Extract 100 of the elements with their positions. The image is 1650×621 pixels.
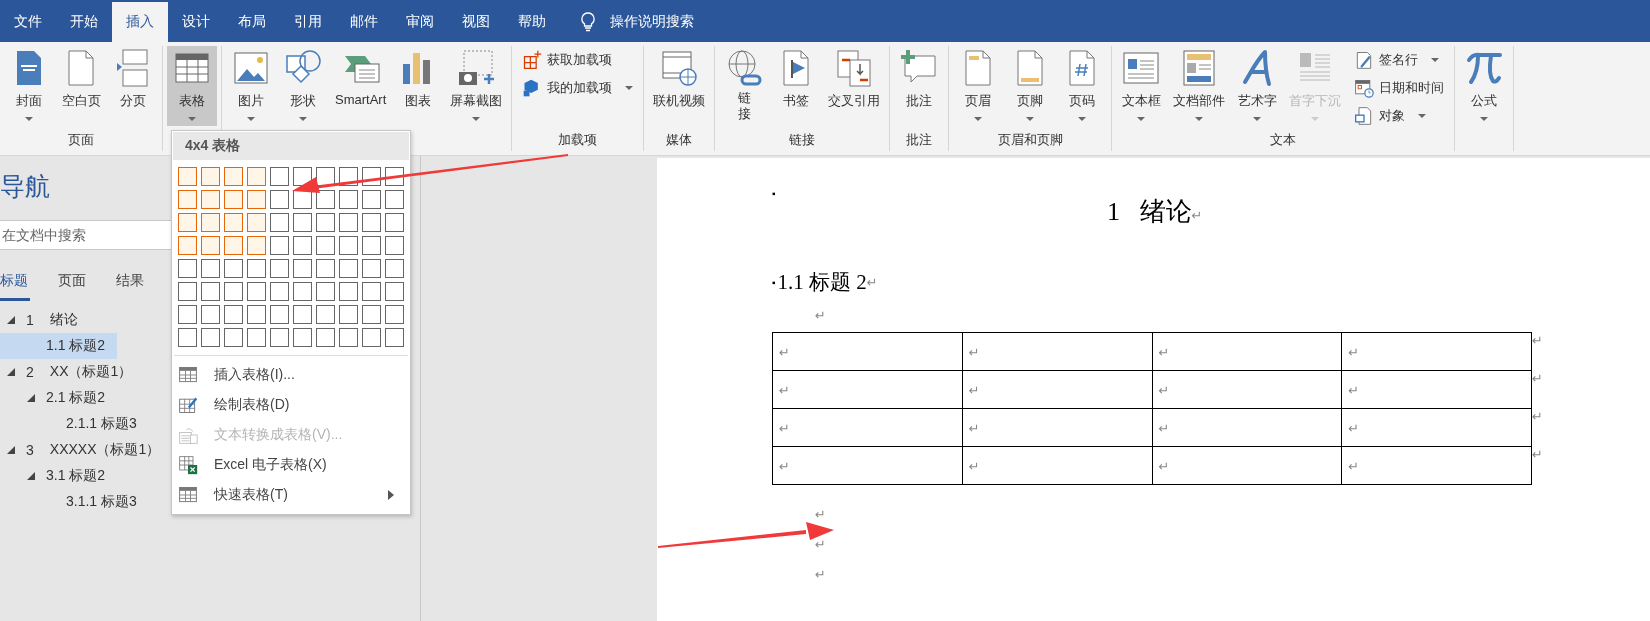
grid-cell[interactable]: [247, 190, 266, 209]
grid-cell[interactable]: [293, 282, 312, 301]
grid-cell[interactable]: [316, 213, 335, 232]
grid-cell[interactable]: [385, 259, 404, 278]
grid-cell[interactable]: [224, 167, 243, 186]
grid-cell[interactable]: [362, 305, 381, 324]
ribbon-button[interactable]: SmartArt: [330, 46, 392, 126]
grid-cell[interactable]: [316, 259, 335, 278]
grid-cell[interactable]: [247, 282, 266, 301]
ribbon-tab[interactable]: 审阅: [392, 2, 448, 42]
grid-cell[interactable]: [316, 305, 335, 324]
ribbon-button[interactable]: 页脚: [1005, 46, 1056, 126]
grid-cell[interactable]: [247, 305, 266, 324]
ribbon-tab[interactable]: 视图: [448, 2, 504, 42]
menu-item[interactable]: 绘制表格(D): [172, 390, 410, 420]
ribbon-button[interactable]: 签名行: [1348, 48, 1451, 72]
ribbon-button[interactable]: 批注: [894, 46, 945, 126]
grid-cell[interactable]: [178, 213, 197, 232]
grid-cell[interactable]: [293, 236, 312, 255]
ribbon-button[interactable]: 文本框: [1116, 46, 1167, 126]
grid-cell[interactable]: [270, 167, 289, 186]
grid-cell[interactable]: [247, 259, 266, 278]
grid-cell[interactable]: [270, 282, 289, 301]
grid-cell[interactable]: [201, 190, 220, 209]
grid-cell[interactable]: [178, 305, 197, 324]
grid-cell[interactable]: [201, 236, 220, 255]
grid-cell[interactable]: [316, 328, 335, 347]
grid-cell[interactable]: [316, 236, 335, 255]
grid-cell[interactable]: [201, 167, 220, 186]
grid-cell[interactable]: [201, 305, 220, 324]
grid-cell[interactable]: [339, 259, 358, 278]
grid-cell[interactable]: [362, 213, 381, 232]
grid-cell[interactable]: [178, 328, 197, 347]
grid-cell[interactable]: [247, 213, 266, 232]
grid-cell[interactable]: [270, 259, 289, 278]
ribbon-tab[interactable]: 引用: [280, 2, 336, 42]
tree-item[interactable]: 3 XXXXX（标题1）: [0, 437, 173, 463]
grid-cell[interactable]: [224, 328, 243, 347]
ribbon-button[interactable]: 交叉引用: [823, 46, 886, 126]
grid-cell[interactable]: [224, 305, 243, 324]
grid-cell[interactable]: [247, 167, 266, 186]
pane-tab[interactable]: 页面: [58, 266, 116, 301]
grid-cell[interactable]: [293, 213, 312, 232]
grid-cell[interactable]: [362, 236, 381, 255]
grid-cell[interactable]: [178, 167, 197, 186]
ribbon-button[interactable]: 获取加载项: [516, 48, 640, 72]
ribbon-button[interactable]: 图表: [393, 46, 444, 126]
ribbon-button[interactable]: 我的加载项: [516, 76, 640, 100]
grid-cell[interactable]: [201, 328, 220, 347]
grid-cell[interactable]: [385, 190, 404, 209]
ribbon-tab[interactable]: 邮件: [336, 2, 392, 42]
ribbon-tab[interactable]: 插入: [112, 2, 168, 42]
ribbon-button[interactable]: 对象: [1348, 104, 1451, 128]
grid-cell[interactable]: [385, 213, 404, 232]
ribbon-tab[interactable]: 设计: [168, 2, 224, 42]
ribbon-button[interactable]: 页眉: [953, 46, 1004, 126]
grid-cell[interactable]: [339, 328, 358, 347]
grid-cell[interactable]: [362, 328, 381, 347]
grid-cell[interactable]: [293, 305, 312, 324]
grid-cell[interactable]: [270, 305, 289, 324]
grid-cell[interactable]: [293, 328, 312, 347]
grid-cell[interactable]: [385, 328, 404, 347]
tree-item[interactable]: 3.1.1 标题3: [0, 489, 149, 515]
ribbon-button[interactable]: 形状: [278, 46, 328, 126]
grid-cell[interactable]: [362, 190, 381, 209]
ribbon-button[interactable]: 页码: [1057, 46, 1108, 126]
ribbon-button[interactable]: 书签: [771, 46, 822, 126]
grid-cell[interactable]: [247, 236, 266, 255]
expanded-triangle-icon[interactable]: [26, 471, 36, 481]
expanded-triangle-icon[interactable]: [26, 393, 36, 403]
ribbon-button[interactable]: 公式: [1459, 46, 1510, 126]
ribbon-button[interactable]: 屏幕截图: [445, 46, 508, 126]
expanded-triangle-icon[interactable]: [6, 367, 16, 377]
grid-cell[interactable]: [362, 282, 381, 301]
tree-item[interactable]: 1 绪论: [0, 307, 90, 333]
grid-cell[interactable]: [339, 282, 358, 301]
grid-cell[interactable]: [224, 282, 243, 301]
menu-item[interactable]: 快速表格(T): [172, 480, 410, 510]
pane-tab[interactable]: 标题: [0, 266, 30, 301]
ribbon-button[interactable]: 链接: [719, 46, 770, 126]
ribbon-tab[interactable]: 开始: [56, 2, 112, 42]
grid-cell[interactable]: [339, 305, 358, 324]
grid-cell[interactable]: [201, 282, 220, 301]
grid-cell[interactable]: [270, 328, 289, 347]
ribbon-button[interactable]: 联机视频: [648, 46, 711, 126]
grid-cell[interactable]: [178, 190, 197, 209]
tree-item[interactable]: 3.1 标题2: [0, 463, 118, 489]
grid-cell[interactable]: [339, 236, 358, 255]
ribbon-tab[interactable]: 布局: [224, 2, 280, 42]
grid-cell[interactable]: [270, 213, 289, 232]
tell-me-search[interactable]: 操作说明搜索: [580, 2, 694, 42]
grid-cell[interactable]: [270, 190, 289, 209]
menu-item[interactable]: 插入表格(I)...: [172, 360, 410, 390]
ribbon-button[interactable]: 空白页: [56, 46, 106, 126]
grid-cell[interactable]: [178, 236, 197, 255]
grid-cell[interactable]: [224, 236, 243, 255]
ribbon-button[interactable]: 日期和时间: [1348, 76, 1451, 100]
grid-cell[interactable]: [362, 259, 381, 278]
grid-cell[interactable]: [178, 282, 197, 301]
ribbon-button[interactable]: 封面: [4, 46, 54, 126]
